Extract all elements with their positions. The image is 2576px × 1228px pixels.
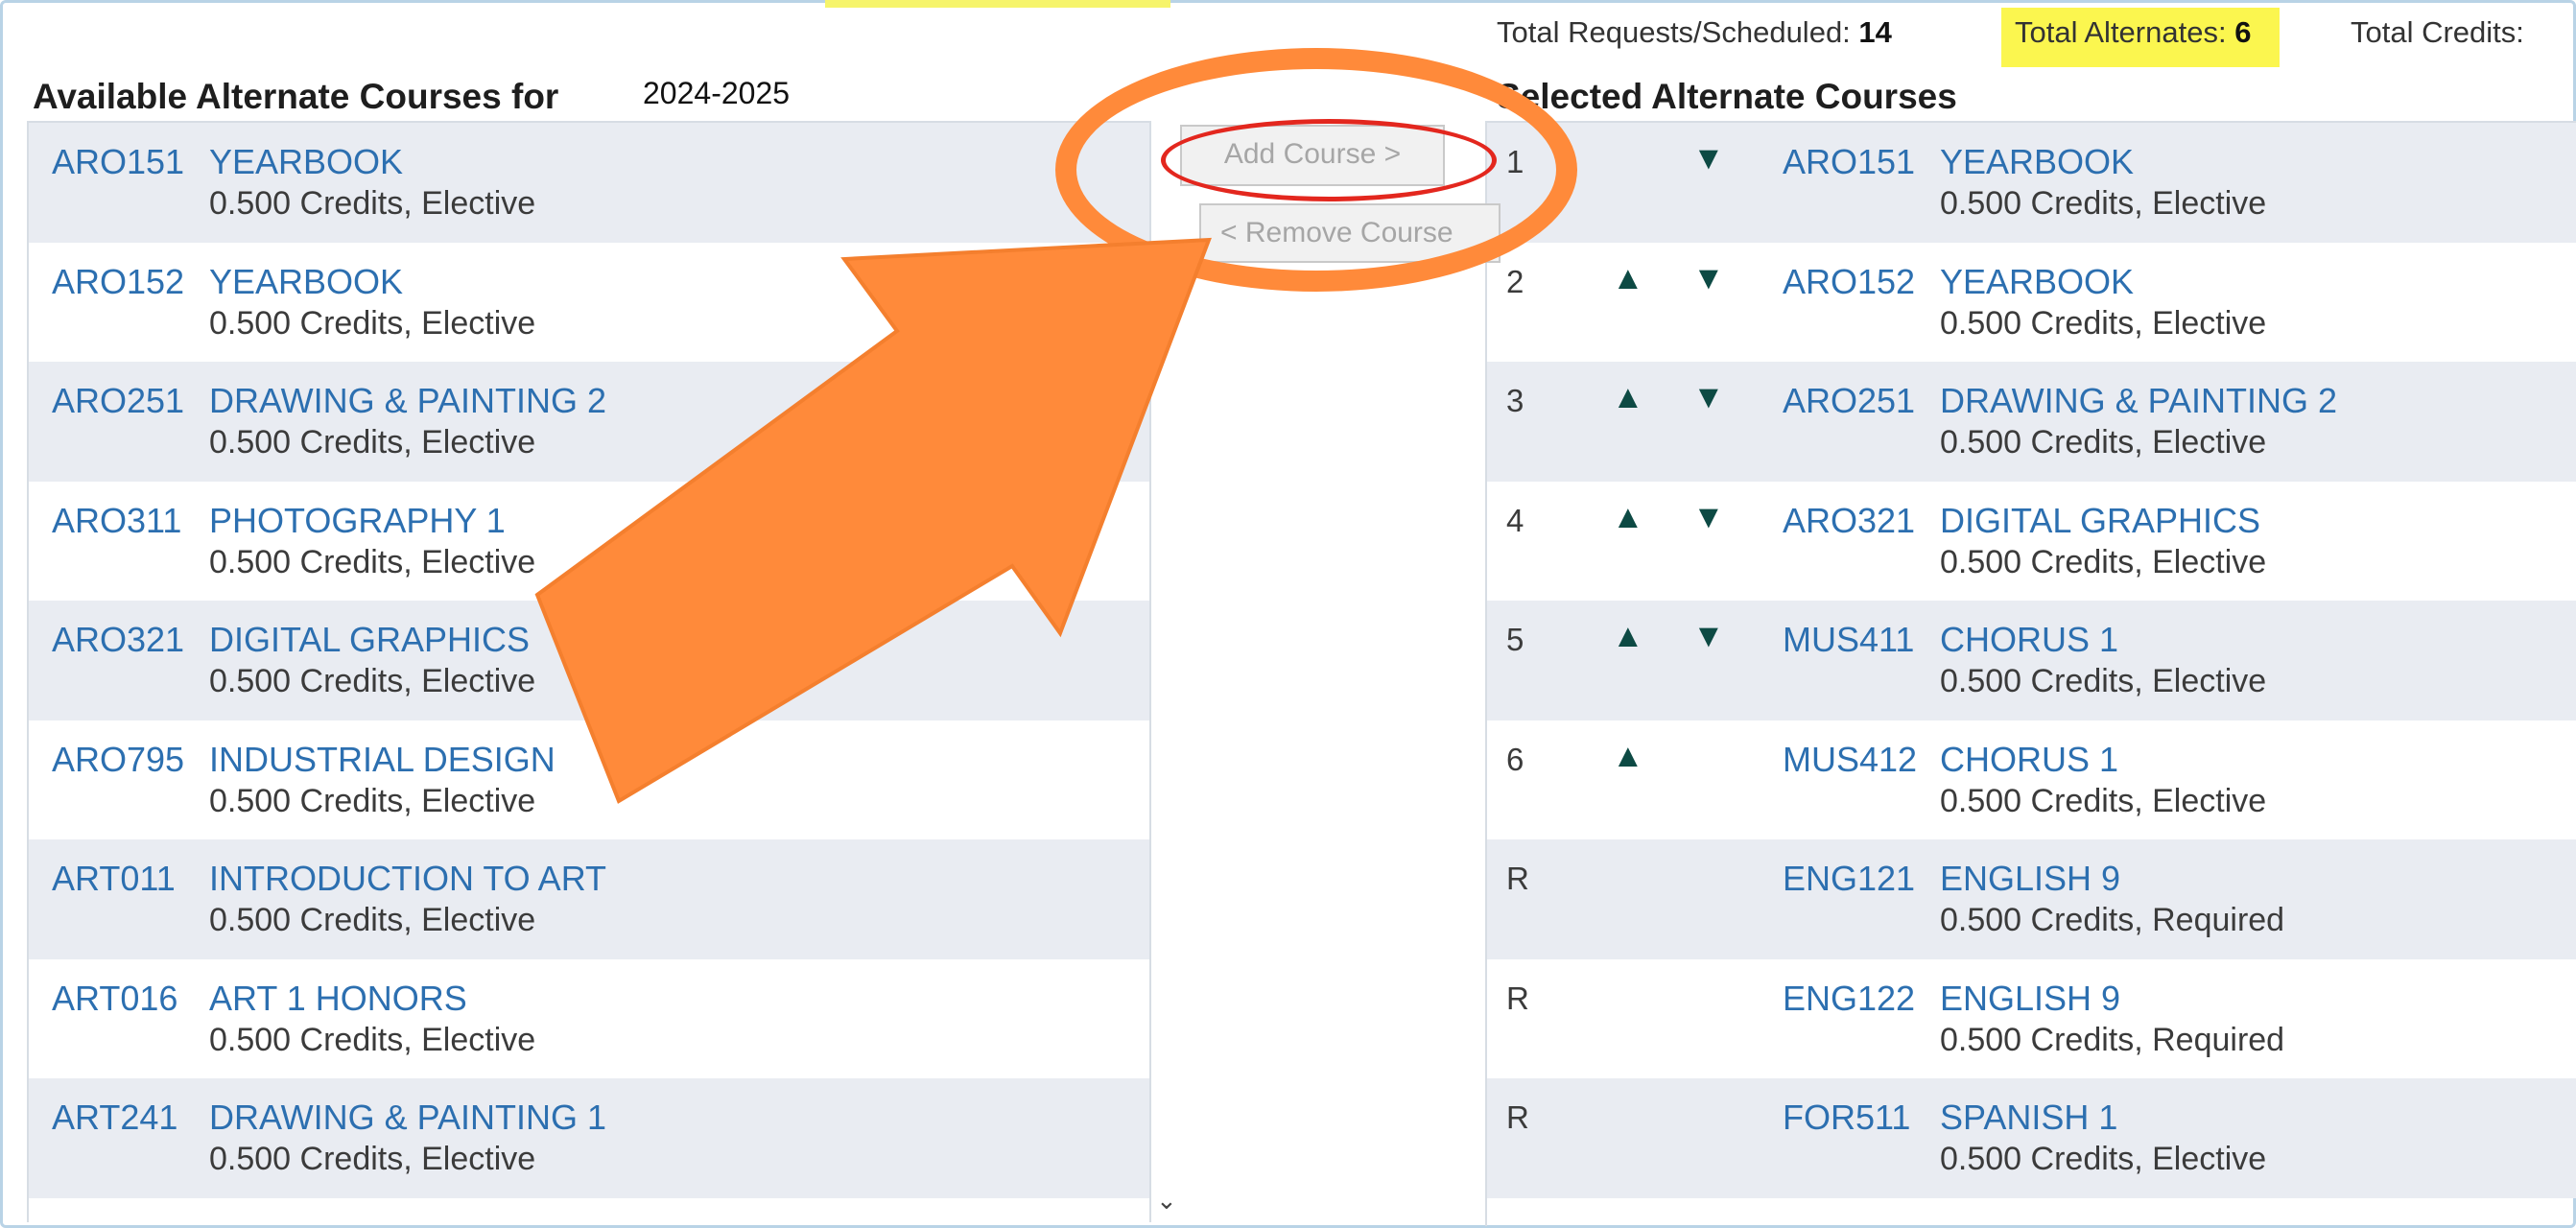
annotation-arrow-icon [534,237,1212,804]
